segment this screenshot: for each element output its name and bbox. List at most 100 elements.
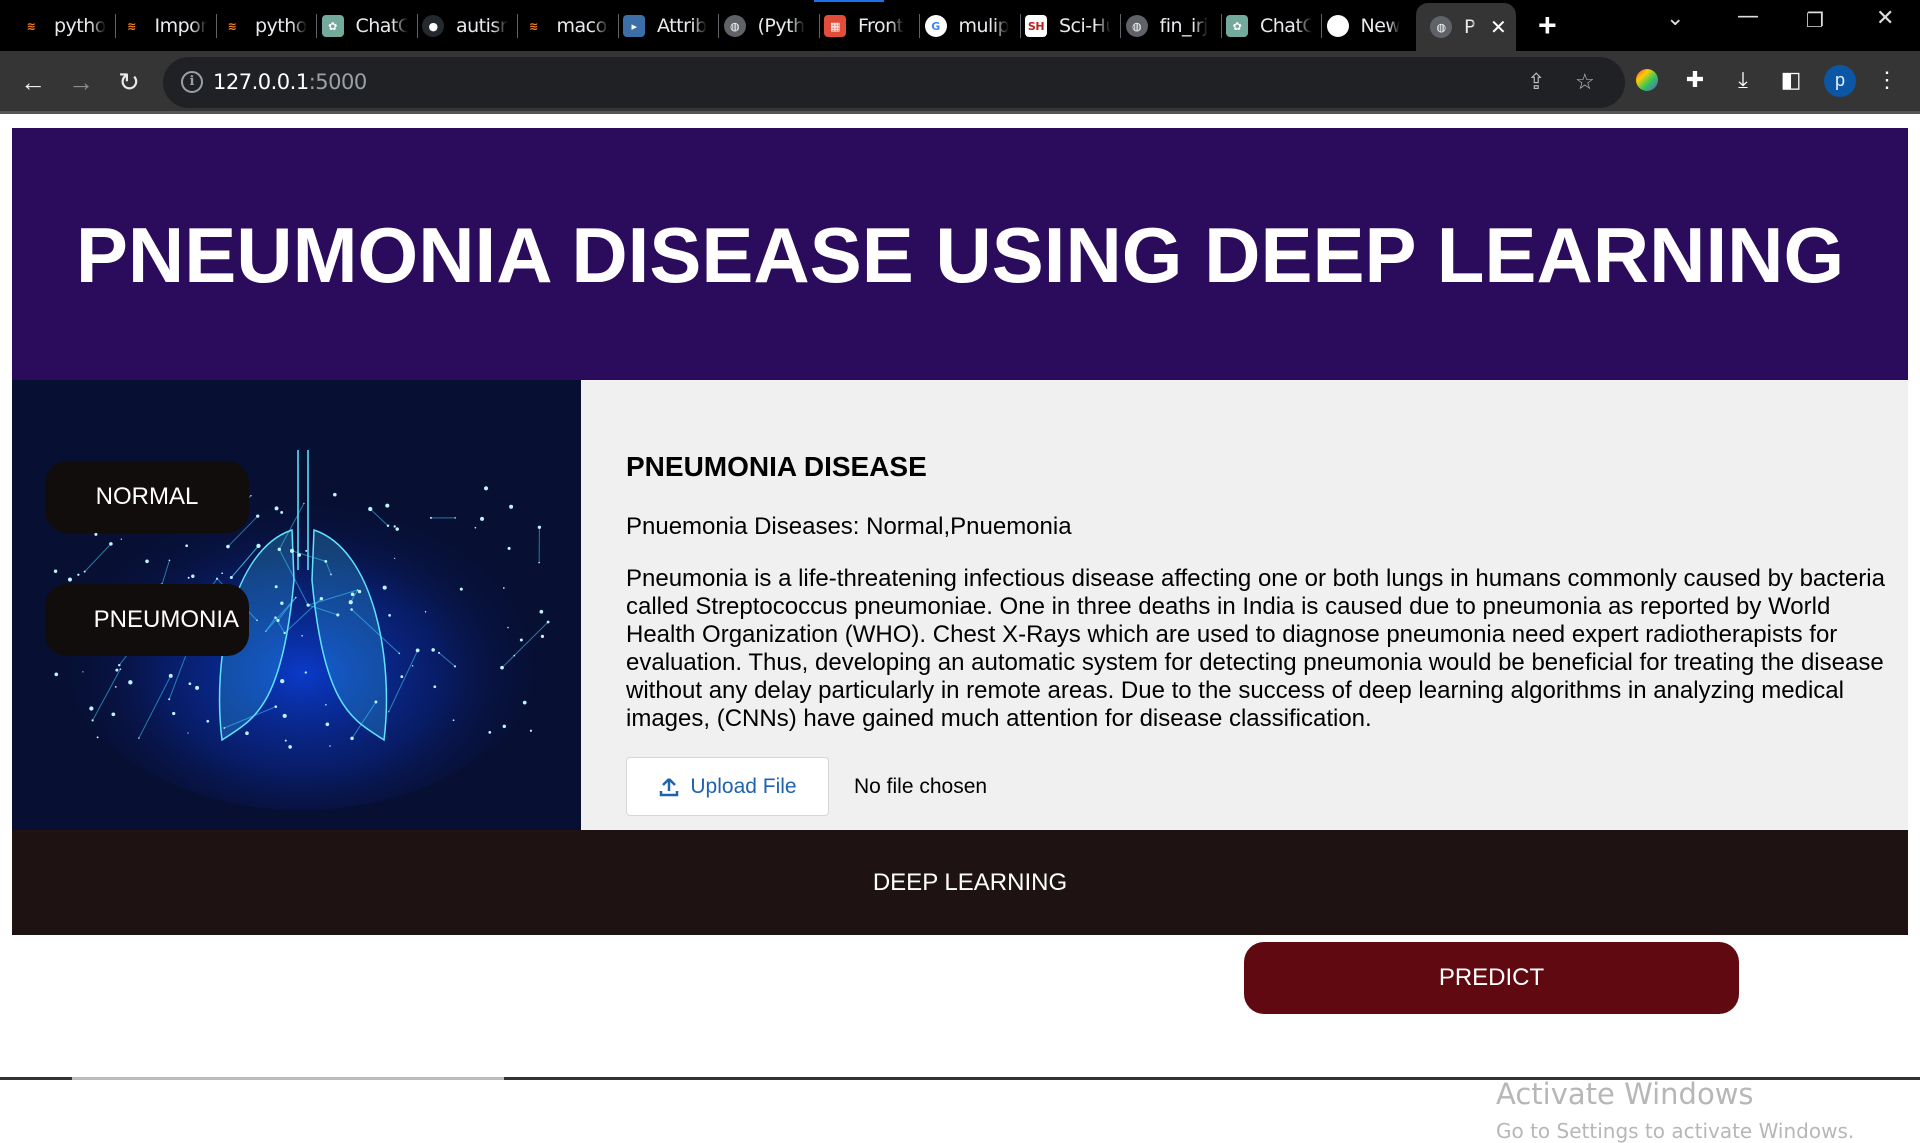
profile-avatar[interactable]: p <box>1824 65 1856 97</box>
footer-label: DEEP LEARNING <box>873 869 1067 897</box>
downloads-icon[interactable]: ⤓ <box>1728 65 1758 95</box>
minimize-icon[interactable]: — <box>1737 4 1759 29</box>
normal-button[interactable]: NORMAL <box>45 461 249 533</box>
extensions-puzzle-icon[interactable]: ✚ <box>1680 65 1710 95</box>
browser-tab-strip: ≋python≋Import≋python✿ChatGPT●autism≋mac… <box>0 0 1920 51</box>
site-info-icon[interactable]: i <box>181 71 203 93</box>
disease-classes-text: Pnuemonia Diseases: Normal,Pnuemonia <box>626 513 1072 541</box>
web-page: PNEUMONIA DISEASE USING DEEP LEARNING NO… <box>0 114 1920 1076</box>
watermark-line-1: Activate Windows <box>1496 1077 1854 1111</box>
browser-tab[interactable]: ≋python <box>221 8 307 44</box>
browser-toolbar: ← → ↻ i 127.0.0.1:5000 ⇪ ☆ ✚ ⤓ ◧ p ⋮ <box>0 51 1920 114</box>
globe-icon: ◍ <box>1126 15 1148 37</box>
stackoverflow-icon: ≋ <box>523 15 545 37</box>
url-host: 127.0.0.1 <box>213 70 309 94</box>
google-icon: G <box>925 15 947 37</box>
github-icon: ● <box>422 15 444 37</box>
tab-separator <box>1321 14 1322 38</box>
url-port: :5000 <box>309 70 367 94</box>
browser-tab[interactable]: ● autism <box>422 8 508 44</box>
globe-icon: ◍ <box>1430 16 1452 38</box>
tab-title: Sci-Hub <box>1059 15 1111 37</box>
back-icon[interactable]: ← <box>16 65 50 99</box>
tab-title: New <box>1361 15 1401 37</box>
tab-separator <box>618 14 619 38</box>
tab-title: macos <box>557 15 609 37</box>
tab-separator <box>1221 14 1222 38</box>
url-text[interactable]: 127.0.0.1:5000 <box>213 70 367 94</box>
forward-icon[interactable]: → <box>64 65 98 99</box>
close-window-icon[interactable]: ✕ <box>1876 6 1894 31</box>
info-panel: PNEUMONIA DISEASE Pnuemonia Diseases: No… <box>581 380 1908 830</box>
tab-title: Attrib <box>657 15 707 37</box>
stackoverflow-icon: ≋ <box>20 15 42 37</box>
predict-button[interactable]: PREDICT <box>1244 942 1739 1014</box>
watermark-line-2: Go to Settings to activate Windows. <box>1496 1119 1854 1143</box>
page-title: PNEUMONIA DISEASE USING DEEP LEARNING <box>76 210 1844 301</box>
chatgpt-icon: ✿ <box>1226 15 1248 37</box>
address-bar[interactable]: i 127.0.0.1:5000 ⇪ ☆ <box>163 57 1625 108</box>
footer-bar: DEEP LEARNING <box>12 830 1908 935</box>
stackoverflow-icon: ≋ <box>121 15 143 37</box>
tab-title: (Pyth <box>758 15 805 37</box>
browser-tab[interactable]: ◍ fin_irj <box>1126 8 1212 44</box>
header-banner: PNEUMONIA DISEASE USING DEEP LEARNING <box>12 128 1908 380</box>
tab-title: python <box>54 15 106 37</box>
browser-tab[interactable]: ✿ ChatGPT <box>1226 8 1312 44</box>
terminal-icon: ▸ <box>623 15 645 37</box>
tab-separator <box>819 14 820 38</box>
pneumonia-button[interactable]: PNEUMONIA <box>45 584 249 656</box>
tab-title: ChatGPT <box>1260 15 1312 37</box>
reload-icon[interactable]: ↻ <box>112 65 146 99</box>
tab-separator <box>718 14 719 38</box>
upload-file-button[interactable]: Upload File <box>626 757 829 816</box>
tab-separator <box>919 14 920 38</box>
windows-activation-watermark: Activate Windows Go to Settings to activ… <box>1496 1077 1854 1143</box>
scihub-icon: SH <box>1025 15 1047 37</box>
tab-title: ChatGPT <box>356 15 408 37</box>
restore-icon[interactable]: ❐ <box>1806 8 1824 32</box>
tab-title: fin_irj <box>1160 15 1208 37</box>
tab-title: Import <box>155 15 207 37</box>
tab-title: autism <box>456 15 508 37</box>
file-status-text: No file chosen <box>854 775 987 799</box>
upload-icon <box>658 776 680 798</box>
tab-loading-indicator <box>814 0 884 2</box>
browser-menu-icon[interactable]: ⋮ <box>1872 65 1902 95</box>
tab-separator <box>216 14 217 38</box>
tab-separator <box>316 14 317 38</box>
section-heading: PNEUMONIA DISEASE <box>626 451 927 483</box>
chatgpt-icon: ✿ <box>322 15 344 37</box>
tab-title: mulip <box>959 15 1010 37</box>
tab-separator <box>1120 14 1121 38</box>
bookmark-star-icon[interactable]: ☆ <box>1575 69 1595 95</box>
tab-title: Front <box>858 15 904 37</box>
browser-tab[interactable]: ✿ ChatGPT <box>322 8 408 44</box>
tab-title: P <box>1464 16 1476 38</box>
browser-tab[interactable]: ◍ P ✕ <box>1416 3 1516 51</box>
browser-tab[interactable]: SH Sci-Hub <box>1025 8 1111 44</box>
browser-tab[interactable]: ◉New <box>1327 8 1413 44</box>
globe-icon: ◍ <box>724 15 746 37</box>
tab-separator <box>517 14 518 38</box>
upload-file-label: Upload File <box>690 775 796 799</box>
browser-tab[interactable]: ≋ python <box>20 8 106 44</box>
browser-tab[interactable]: ≋ macos <box>523 8 609 44</box>
stackoverflow-icon: ≋ <box>221 15 243 37</box>
tab-search-chevron-icon[interactable]: ⌄ <box>1666 6 1684 31</box>
browser-tab[interactable]: ▦ Front <box>824 8 910 44</box>
close-tab-icon[interactable]: ✕ <box>1490 15 1506 39</box>
colorful-blocks-icon: ▦ <box>824 15 846 37</box>
browser-tab[interactable]: ≋ Import <box>121 8 207 44</box>
browser-tab[interactable]: ◍ (Pyth <box>724 8 810 44</box>
new-tab-button[interactable]: + <box>1538 9 1557 41</box>
side-panel-icon[interactable]: ◧ <box>1776 65 1806 95</box>
color-picker-extension-icon[interactable] <box>1632 65 1662 95</box>
browser-tab[interactable]: Gmulip <box>925 8 1011 44</box>
browser-tab[interactable]: ▸ Attrib <box>623 8 709 44</box>
tab-separator <box>1020 14 1021 38</box>
description-text: Pneumonia is a life-threatening infectio… <box>626 565 1886 733</box>
share-icon[interactable]: ⇪ <box>1527 69 1545 95</box>
tab-separator <box>115 14 116 38</box>
lungs-image-panel: NORMAL PNEUMONIA <box>12 380 581 830</box>
